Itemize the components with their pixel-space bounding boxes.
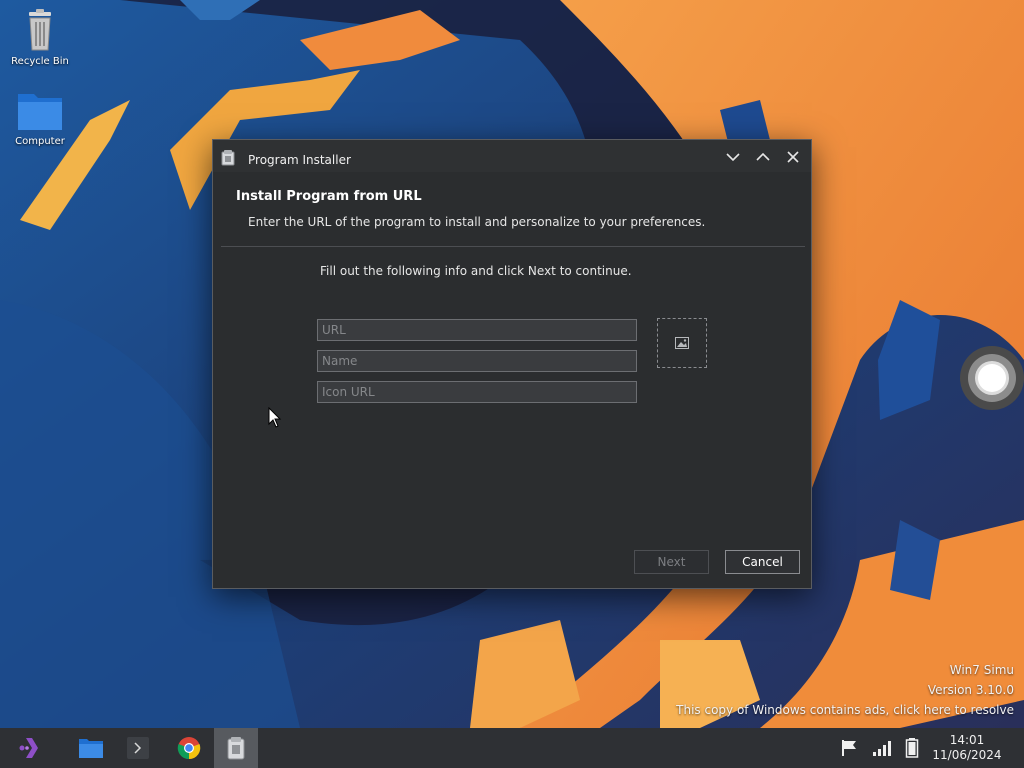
close-button[interactable]: [780, 145, 806, 169]
desktop-icon-computer[interactable]: Computer: [0, 86, 80, 147]
taskbar: 14:01 11/06/2024: [0, 728, 1024, 768]
name-field[interactable]: [317, 350, 637, 372]
desktop-icon-label: Computer: [15, 136, 65, 147]
taskbar-chrome[interactable]: [166, 728, 210, 768]
program-installer-icon: [227, 737, 245, 760]
wizard-heading: Install Program from URL: [236, 189, 422, 204]
taskbar-file-explorer[interactable]: [68, 728, 112, 768]
floating-assistive-button[interactable]: [960, 346, 1024, 410]
next-button[interactable]: Next: [634, 550, 709, 574]
chrome-icon: [177, 737, 201, 760]
program-installer-icon: [221, 150, 235, 166]
header-divider: [221, 246, 805, 247]
action-center-flag-icon[interactable]: [840, 738, 860, 758]
terminal-icon: [127, 737, 149, 759]
window-title: Program Installer: [248, 153, 351, 167]
watermark-line-version: Version 3.10.0: [927, 683, 1014, 697]
icon-url-field[interactable]: [317, 381, 637, 403]
recycle-bin-icon: [16, 6, 64, 54]
mouse-cursor-icon: [268, 407, 282, 428]
chevron-up-icon: [756, 152, 770, 161]
folder-icon: [16, 86, 64, 134]
window-titlebar[interactable]: Program Installer: [213, 140, 811, 172]
maximize-button[interactable]: [750, 145, 776, 169]
wizard-instructions: Fill out the following info and click Ne…: [320, 264, 632, 278]
minimize-button[interactable]: [720, 145, 746, 169]
taskbar-terminal[interactable]: [116, 728, 160, 768]
program-installer-window: Program Installer Install Program from U…: [212, 139, 812, 589]
taskbar-program-installer[interactable]: [214, 728, 258, 768]
file-explorer-icon: [79, 739, 103, 758]
taskbar-clock[interactable]: 14:01 11/06/2024: [930, 733, 1004, 763]
icon-preview-box: [657, 318, 707, 368]
desktop-icon-label: Recycle Bin: [11, 56, 69, 67]
start-button[interactable]: [8, 728, 52, 768]
network-signal-icon[interactable]: [872, 738, 894, 758]
desktop-icon-recycle-bin[interactable]: Recycle Bin: [0, 6, 80, 67]
image-placeholder-icon: [675, 337, 689, 349]
watermark-line-ads[interactable]: This copy of Windows contains ads, click…: [676, 700, 1014, 720]
wizard-subheading: Enter the URL of the program to install …: [248, 215, 706, 229]
clock-date: 11/06/2024: [932, 748, 1002, 762]
cancel-button[interactable]: Cancel: [725, 550, 800, 574]
watermark-line-product: Win7 Simu: [949, 663, 1014, 677]
battery-icon[interactable]: [905, 738, 919, 758]
close-icon: [787, 151, 799, 163]
wizard-header: Install Program from URL Enter the URL o…: [213, 172, 811, 246]
activation-watermark[interactable]: Win7 Simu Version 3.10.0 This copy of Wi…: [676, 660, 1014, 720]
url-field[interactable]: [317, 319, 637, 341]
clock-time: 14:01: [949, 733, 985, 747]
chevron-down-icon: [726, 153, 740, 162]
start-icon: [19, 738, 38, 758]
